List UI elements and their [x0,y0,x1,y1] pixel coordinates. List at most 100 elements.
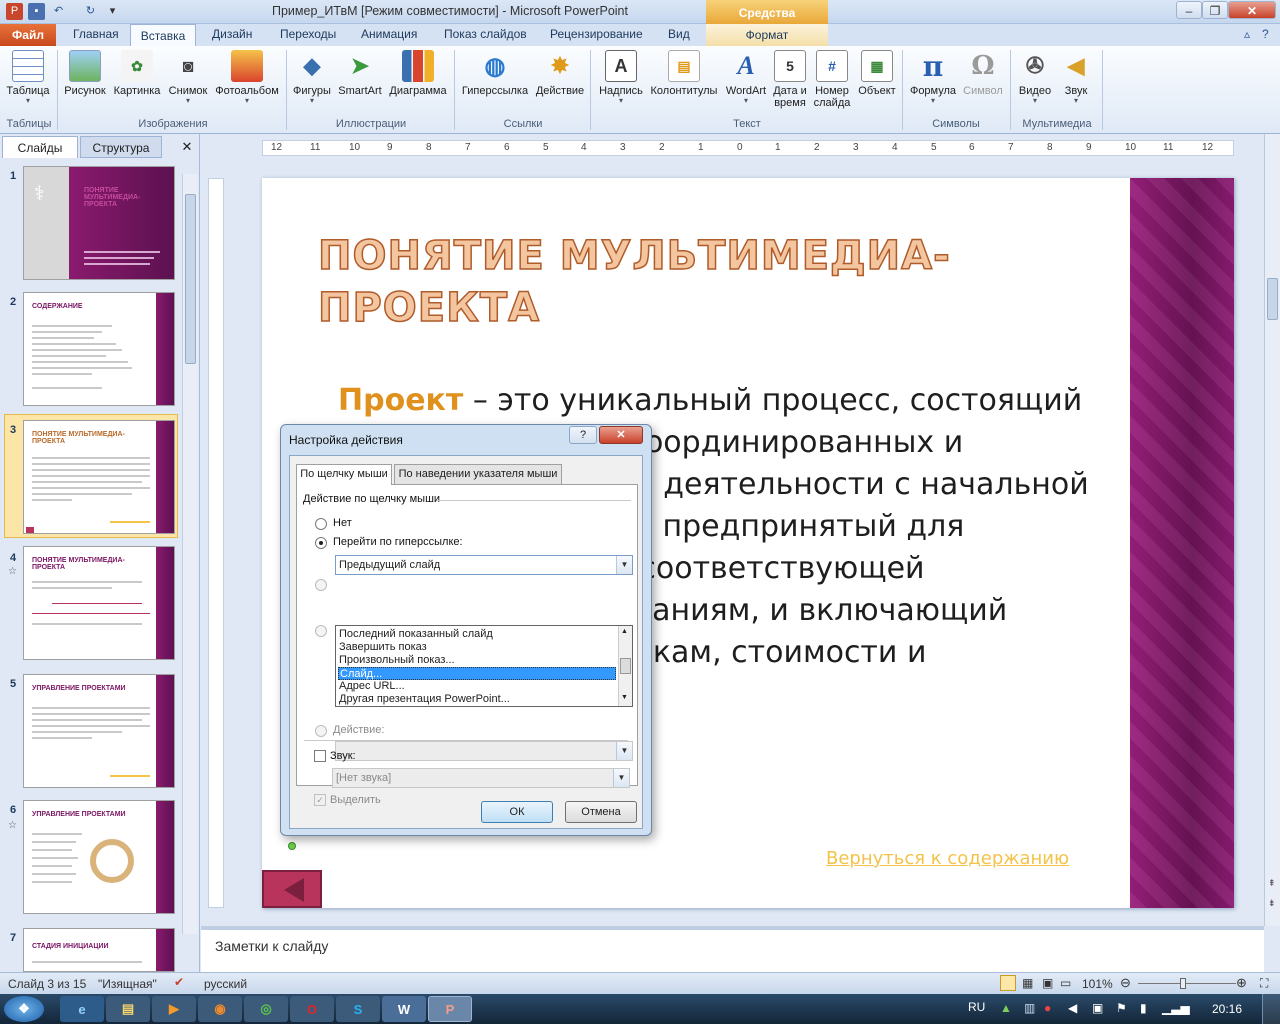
tab-format[interactable]: Формат [706,24,828,46]
taskbar-skype-icon[interactable]: S [336,996,380,1022]
tray-battery-icon[interactable]: ▮ [1140,1001,1147,1015]
ok-button[interactable]: ОК [481,801,553,823]
scroll-up-icon[interactable]: ▲ [621,628,628,635]
taskbar-firefox-icon[interactable]: ◉ [198,996,242,1022]
dropdown-item-selected[interactable]: Слайд... [338,667,616,680]
shapes-button[interactable]: ◆ Фигуры ▾ [290,50,334,105]
slide-scroll-thumb[interactable] [1267,278,1278,320]
sound-checkbox[interactable] [314,750,326,762]
taskbar-ie-icon[interactable]: e [60,996,104,1022]
spellcheck-icon[interactable]: ✔ [174,975,184,989]
chevron-down-icon[interactable]: ▼ [613,769,629,787]
close-panel-icon[interactable]: ✕ [176,136,198,158]
tray-flag-icon[interactable]: ⚑ [1116,1001,1127,1015]
action-select[interactable]: ▼ [335,741,633,761]
tab-design[interactable]: Дизайн [212,27,252,41]
cancel-button[interactable]: Отмена [565,801,637,823]
chevron-down-icon[interactable]: ▼ [616,556,632,574]
sound-select[interactable]: [Нет звука] ▼ [332,768,630,788]
panel-scroll-thumb[interactable] [185,194,196,364]
action-button[interactable]: ✸ Действие [532,50,588,97]
taskbar-media-icon[interactable]: ▶ [152,996,196,1022]
radio-action[interactable] [315,725,327,737]
minimize-button[interactable]: – [1176,1,1202,19]
dropdown-item[interactable]: Другая презентация PowerPoint... [338,693,616,706]
slide-sorter-icon[interactable]: ▦ [1022,976,1033,990]
audio-button[interactable]: ◀ Звук ▾ [1056,50,1096,105]
fit-to-window-icon[interactable]: ⛶ [1260,976,1268,991]
taskbar-powerpoint-icon[interactable]: P [428,996,472,1022]
minimize-ribbon-icon[interactable]: ▵ [1244,27,1250,41]
tray-signal-icon[interactable]: ▁▃▅ [1162,1001,1190,1015]
tray-volume-icon[interactable]: ◀ [1068,1001,1077,1015]
show-desktop-button[interactable] [1262,994,1280,1024]
dropdown-item[interactable]: Произвольный показ... [338,654,616,667]
tab-view[interactable]: Вид [668,27,690,41]
radio-hyperlink[interactable] [315,537,327,549]
restore-button[interactable]: ❐ [1202,1,1228,19]
slide-thumbnail-6[interactable]: УПРАВЛЕНИЕ ПРОЕКТАМИ [23,800,175,914]
tab-review[interactable]: Рецензирование [550,27,643,41]
prev-slide-icon[interactable]: ⇞ [1268,878,1276,889]
notes-pane[interactable]: Заметки к слайду [201,926,1264,972]
panel-scrollbar[interactable] [182,174,198,934]
symbol-button[interactable]: Ω Символ [960,50,1006,97]
start-button[interactable]: ❖ [4,996,44,1022]
tray-icon[interactable]: ▣ [1092,1001,1103,1015]
smartart-button[interactable]: ➤ SmartArt [336,50,384,97]
dropdown-item[interactable]: Завершить показ [338,641,616,654]
next-slide-icon[interactable]: ⇟ [1268,898,1276,909]
tray-antivirus-icon[interactable]: ● [1044,1001,1051,1015]
zoom-level[interactable]: 101% [1082,977,1113,991]
slide-thumbnail-5[interactable]: УПРАВЛЕНИЕ ПРОЕКТАМИ [23,674,175,788]
dropdown-item[interactable]: Последний показанный слайд [338,628,616,641]
tab-home[interactable]: Главная [73,27,119,41]
tab-outline[interactable]: Структура [80,136,162,158]
scroll-down-icon[interactable]: ▼ [621,694,628,701]
chart-button[interactable]: Диаграмма [386,50,450,97]
dialog-close-button[interactable]: ✕ [599,426,643,444]
keyboard-language[interactable]: RU [968,1000,985,1014]
radio-run-program[interactable] [315,579,327,591]
taskbar-chrome-icon[interactable]: ◎ [244,996,288,1022]
tab-animation[interactable]: Анимация [361,27,417,41]
tab-insert[interactable]: Вставка [130,24,196,47]
radio-run-macro[interactable] [315,625,327,637]
tray-network-icon[interactable]: ▥ [1024,1001,1035,1015]
slide-thumbnail-4[interactable]: ПОНЯТИЕ МУЛЬТИМЕДИА-ПРОЕКТА [23,546,175,660]
zoom-slider[interactable] [1138,983,1236,984]
highlight-checkbox[interactable]: ✓ [314,794,326,806]
datetime-button[interactable]: 5 Дата и время [770,50,810,109]
clock[interactable]: 20:16 [1212,1002,1242,1016]
picture-button[interactable]: Рисунок [62,50,108,97]
zoom-slider-thumb[interactable] [1180,978,1186,989]
tab-slides[interactable]: Слайды [2,136,78,158]
normal-view-icon[interactable] [1000,975,1016,991]
slidenumber-button[interactable]: # Номер слайда [810,50,854,109]
back-arrow-action-button[interactable] [262,870,322,908]
dropdown-scrollbar[interactable]: ▲ ▼ [618,626,632,706]
dialog-help-button[interactable]: ? [569,426,597,444]
dropdown-scroll-thumb[interactable] [620,658,631,674]
taskbar-word-icon[interactable]: W [382,996,426,1022]
object-button[interactable]: ▦ Объект [854,50,900,97]
slide-scrollbar[interactable]: ⇞ ⇟ [1264,134,1280,926]
rotate-handle[interactable] [288,842,296,850]
headerfooter-button[interactable]: ▤ Колонтитулы [648,50,720,97]
textbox-button[interactable]: A Надпись ▾ [596,50,646,105]
slide-title[interactable]: ПОНЯТИЕ МУЛЬТИМЕДИА-ПРОЕКТА [317,230,978,334]
slide-thumbnail-2[interactable]: СОДЕРЖАНИЕ [23,292,175,406]
photoalbum-button[interactable]: Фотоальбом ▾ [212,50,282,105]
back-to-contents-link[interactable]: Вернуться к содержанию [826,848,1069,869]
tab-on-hover[interactable]: По наведении указателя мыши [394,464,562,484]
tab-file[interactable]: Файл [0,24,56,46]
slide-thumbnail-7[interactable]: СТАДИЯ ИНИЦИАЦИИ [23,928,175,972]
dropdown-item[interactable]: Адрес URL... [338,680,616,693]
zoom-in-icon[interactable]: ⊕ [1236,975,1247,991]
taskbar-explorer-icon[interactable]: ▤ [106,996,150,1022]
taskbar-opera-icon[interactable]: O [290,996,334,1022]
chevron-down-icon[interactable]: ▼ [616,742,632,760]
tab-transitions[interactable]: Переходы [280,27,336,41]
video-button[interactable]: ✇ Видео ▾ [1014,50,1056,105]
close-window-button[interactable]: ✕ [1228,1,1276,19]
